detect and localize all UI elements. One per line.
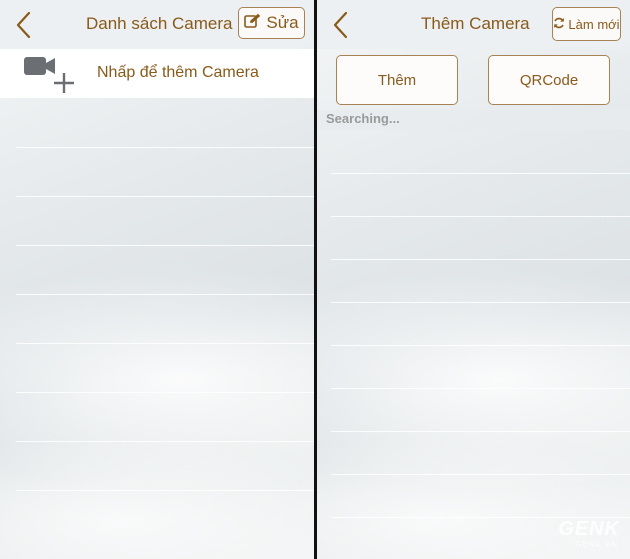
refresh-button-label: Làm mới <box>568 16 620 32</box>
add-button[interactable]: Thêm <box>336 55 458 105</box>
watermark-site: GENK.VN <box>574 540 618 549</box>
list-separator <box>16 294 314 295</box>
chevron-left-icon <box>331 10 353 40</box>
list-separator <box>331 474 630 475</box>
list-separator <box>331 302 630 303</box>
list-separator <box>16 392 314 393</box>
list-separator <box>331 216 630 217</box>
list-separator <box>331 388 630 389</box>
edit-button-label: Sửa <box>266 13 299 32</box>
qrcode-button[interactable]: QRCode <box>488 55 610 105</box>
list-separator <box>331 173 630 174</box>
list-separator <box>331 259 630 260</box>
edit-button[interactable]: Sửa <box>238 7 305 39</box>
list-separator <box>16 147 314 148</box>
navigation-bar: Danh sách Camera Sửa <box>0 0 314 49</box>
camera-list-screen: Danh sách Camera Sửa Nhấp để thêm Camera <box>0 0 314 559</box>
add-camera-icon <box>24 55 76 95</box>
list-separator <box>16 441 314 442</box>
list-separator <box>16 245 314 246</box>
refresh-button[interactable]: Làm mới <box>552 7 621 41</box>
watermark-logo: GENK <box>558 518 620 540</box>
list-separator <box>16 196 314 197</box>
list-separator <box>331 345 630 346</box>
add-camera-screen: Thêm Camera Làm mới Thêm QRCode Searchin… <box>317 0 630 559</box>
add-camera-row[interactable]: Nhấp để thêm Camera <box>0 49 314 98</box>
list-separator <box>16 490 314 491</box>
list-separator <box>331 431 630 432</box>
back-button[interactable] <box>331 10 353 40</box>
chevron-left-icon <box>14 10 36 40</box>
add-camera-label: Nhấp để thêm Camera <box>97 64 259 81</box>
page-title: Thêm Camera <box>421 14 530 33</box>
navigation-bar: Thêm Camera Làm mới <box>317 0 630 49</box>
page-title: Danh sách Camera <box>86 14 233 33</box>
edit-icon <box>244 13 262 34</box>
searching-status: Searching... <box>326 111 400 126</box>
refresh-icon <box>553 17 565 32</box>
back-button[interactable] <box>14 10 36 40</box>
list-separator <box>16 343 314 344</box>
